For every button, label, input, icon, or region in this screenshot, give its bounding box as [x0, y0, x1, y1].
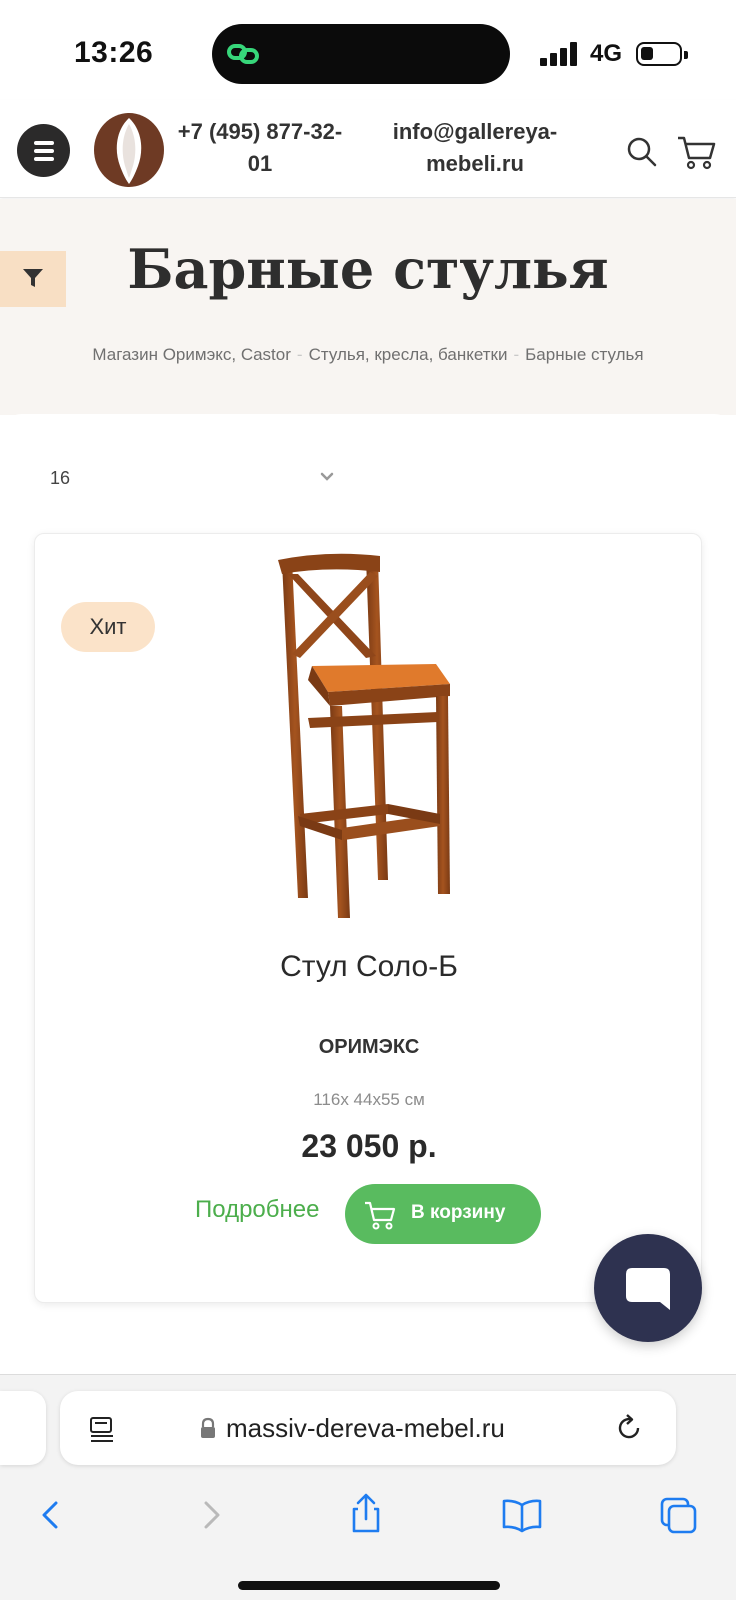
menu-button[interactable]: [17, 124, 70, 177]
back-button[interactable]: [22, 1485, 82, 1545]
share-button[interactable]: [336, 1485, 396, 1545]
header-email[interactable]: info@gallereya-mebeli.ru: [380, 116, 570, 180]
tabs-icon: [660, 1497, 697, 1534]
dynamic-island: [212, 24, 510, 84]
breadcrumb-separator: -: [296, 345, 303, 364]
add-to-cart-button[interactable]: В корзину: [345, 1184, 541, 1244]
battery-icon: [636, 42, 688, 66]
network-type: 4G: [590, 40, 623, 67]
bookmarks-button[interactable]: [492, 1485, 552, 1545]
product-dimensions: 116х 44х55 см: [313, 1090, 425, 1109]
chat-icon: [626, 1268, 670, 1310]
site-logo[interactable]: [92, 112, 166, 188]
home-indicator: [238, 1581, 500, 1590]
previous-tab[interactable]: [0, 1391, 46, 1465]
browser-nav: [0, 1485, 736, 1545]
items-per-page-value: 16: [50, 468, 71, 488]
chat-button[interactable]: [594, 1234, 702, 1342]
reader-icon[interactable]: [88, 1415, 116, 1443]
address-bar[interactable]: massiv-dereva-mebel.ru: [60, 1391, 676, 1465]
product-card: Хит Стул Соло-Б ОРИМЭКС 116х 44х55 см 23…: [34, 533, 702, 1303]
chevron-down-icon: [320, 472, 334, 481]
breadcrumb-separator: -: [513, 345, 520, 364]
header-phone[interactable]: +7 (495) 877-32-01: [170, 116, 350, 180]
status-time: 13:26: [74, 36, 154, 69]
product-brand: ОРИМЭКС: [318, 1036, 420, 1058]
url-text[interactable]: massiv-dereva-mebel.ru: [226, 1413, 505, 1444]
browser-toolbar: massiv-dereva-mebel.ru: [0, 1374, 736, 1600]
items-per-page-select[interactable]: 16: [50, 468, 340, 498]
cart-icon: [365, 1201, 396, 1230]
search-icon[interactable]: [626, 136, 658, 168]
link-activity-icon: [227, 44, 259, 64]
breadcrumb: Магазин Оримэкс, Castor - Стулья, кресла, …: [0, 345, 736, 365]
hit-badge: Хит: [61, 602, 155, 652]
back-icon: [42, 1501, 58, 1529]
add-to-cart-label: В корзину: [411, 1202, 506, 1223]
forward-button[interactable]: [180, 1485, 240, 1545]
bookmarks-icon: [502, 1499, 542, 1533]
status-bar: 13:26 4G: [0, 0, 736, 100]
breadcrumb-item-chairs[interactable]: Стулья, кресла, банкетки: [309, 345, 508, 364]
product-image[interactable]: [238, 546, 500, 928]
product-name[interactable]: Стул Соло-Б: [35, 950, 703, 984]
breadcrumb-item-store[interactable]: Магазин Оримэкс, Castor: [92, 345, 290, 364]
site-header: +7 (495) 877-32-01 info@gallereya-mebeli…: [0, 100, 736, 198]
breadcrumb-item-current: Барные стулья: [525, 345, 644, 364]
cart-icon[interactable]: [676, 134, 716, 170]
forward-icon: [204, 1501, 220, 1529]
reload-icon[interactable]: [614, 1413, 644, 1443]
tabs-button[interactable]: [648, 1485, 708, 1545]
signal-icon: [540, 42, 580, 66]
lock-icon: [201, 1417, 215, 1438]
details-link[interactable]: Подробнее: [195, 1196, 319, 1224]
product-price: 23 050 р.: [301, 1128, 437, 1164]
page-title: Барные стулья: [127, 237, 609, 301]
share-icon: [352, 1493, 380, 1533]
page-hero: Барные стулья Магазин Оримэкс, Castor - Ст…: [0, 199, 736, 415]
